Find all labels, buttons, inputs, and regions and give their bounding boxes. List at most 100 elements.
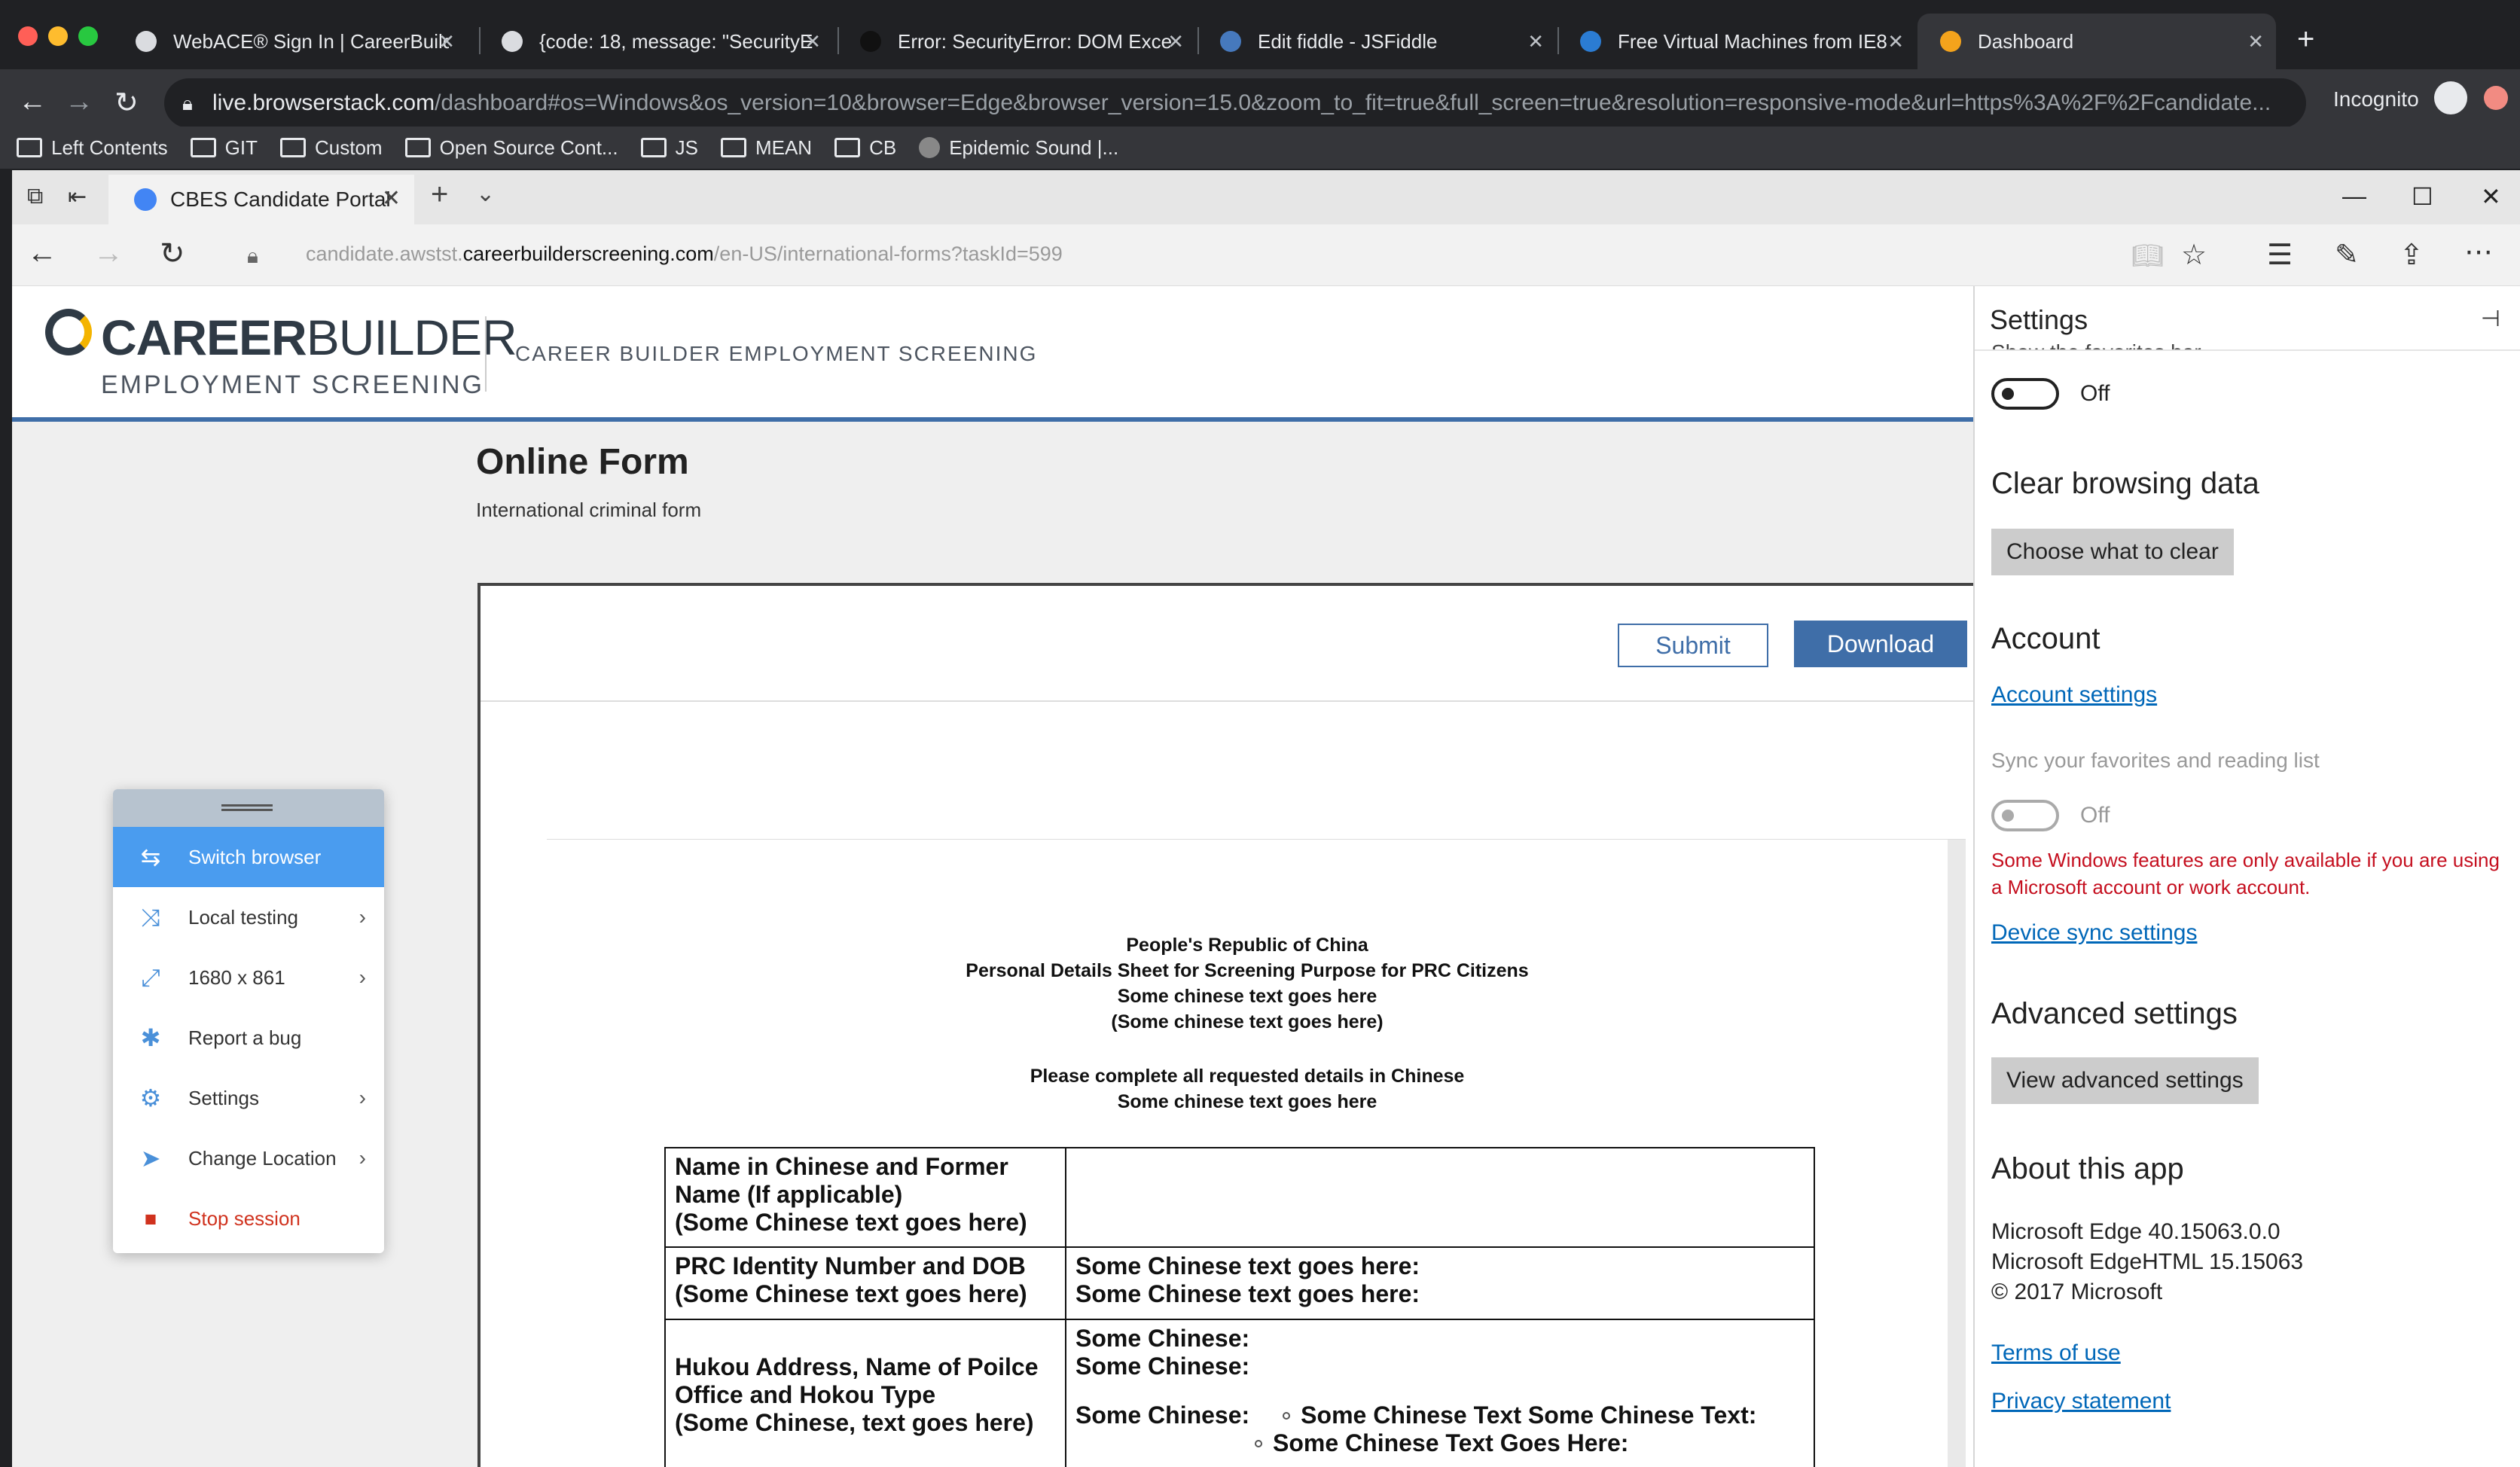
edge-browser-window: ⧉ ⇤ CBES Candidate Portal ✕ + ⌄ — ☐ ✕ ← … [12, 170, 2520, 1467]
table-cell-value[interactable] [1065, 1147, 1815, 1248]
device-sync-settings-link[interactable]: Device sync settings [1991, 920, 2197, 946]
refresh-icon[interactable]: ↻ [160, 236, 185, 271]
edge-address-bar[interactable]: candidate.awstst.careerbuilderscreening.… [306, 242, 1063, 266]
bookmark-folder[interactable]: Left Contents [17, 136, 168, 160]
zoom-window-dot[interactable] [78, 26, 98, 46]
logo-wordmark[interactable]: CAREERBUILDER [101, 309, 517, 366]
close-tab-icon[interactable]: ✕ [382, 185, 401, 212]
incognito-icon[interactable] [2434, 81, 2467, 114]
favorite-star-icon[interactable]: ☆ [2181, 238, 2207, 272]
tab-label: Dashboard [1978, 29, 2074, 53]
privacy-statement-link[interactable]: Privacy statement [1991, 1389, 2171, 1414]
hub-icon[interactable]: ☰ [2267, 238, 2293, 272]
close-tab-icon[interactable]: ✕ [2247, 30, 2264, 53]
tab-preview-icon[interactable]: ⧉ [27, 184, 43, 209]
document-viewer[interactable]: People's Republic of China Personal Deta… [547, 839, 1966, 1467]
submit-button[interactable]: Submit [1618, 624, 1768, 667]
maximize-icon[interactable]: ☐ [2412, 182, 2433, 211]
document-scrollbar[interactable] [1948, 840, 1966, 1467]
choose-what-to-clear-button[interactable]: Choose what to clear [1991, 529, 2234, 575]
forward-arrow-icon[interactable]: → [93, 236, 124, 270]
drag-handle[interactable] [113, 789, 384, 827]
table-row: Name in Chinese and Former Name (If appl… [664, 1147, 1815, 1248]
new-tab-icon[interactable]: + [431, 178, 448, 212]
bookmark-link[interactable]: Epidemic Sound |... [919, 136, 1118, 160]
sync-toggle[interactable] [1991, 800, 2059, 831]
sync-warning: Some Windows features are only available… [1991, 849, 2500, 898]
table-cell-value[interactable]: Some Chinese text goes here: Some Chines… [1065, 1246, 1815, 1320]
address-bar[interactable]: 🔒︎ live.browserstack.com/dashboard#os=Wi… [164, 78, 2306, 128]
view-advanced-settings-button[interactable]: View advanced settings [1991, 1057, 2259, 1104]
bookmark-folder[interactable]: MEAN [720, 136, 812, 160]
share-icon[interactable]: ⇪ [2399, 238, 2424, 272]
download-button[interactable]: Download [1794, 621, 1967, 667]
chrome-tab-webace[interactable]: WebACE® Sign In | CareerBuild ✕ [113, 14, 467, 69]
tab-label: Free Virtual Machines from IE8 [1618, 29, 1887, 53]
bookmark-folder[interactable]: Open Source Cont... [404, 136, 618, 160]
chrome-tab-dashboard[interactable]: Dashboard ✕ [1917, 14, 2276, 69]
settings-item[interactable]: ⚙ Settings › [113, 1068, 384, 1128]
chrome-tab-dom-exception[interactable]: Error: SecurityError: DOM Exce ✕ [837, 14, 1196, 69]
bookmark-folder[interactable]: CB [834, 136, 896, 160]
resolution-item[interactable]: ⤢ 1680 x 861 › [113, 947, 384, 1008]
lock-icon: 🔒︎ [247, 244, 258, 267]
profile-label[interactable]: Incognito [2333, 87, 2419, 111]
close-tab-icon[interactable]: ✕ [1167, 30, 1184, 53]
terms-of-use-link[interactable]: Terms of use [1991, 1340, 2121, 1366]
back-arrow-icon[interactable]: ← [18, 86, 47, 118]
close-icon[interactable]: ✕ [2481, 182, 2501, 211]
extension-icon[interactable] [2484, 86, 2508, 110]
table-cell-value[interactable]: Some Chinese: Some Chinese: Some Chinese… [1065, 1319, 1815, 1467]
close-tab-icon[interactable]: ✕ [804, 30, 821, 53]
close-window-dot[interactable] [18, 26, 38, 46]
new-tab-button[interactable]: + [2297, 23, 2314, 56]
web-note-icon[interactable]: ✎ [2335, 238, 2359, 272]
bookmark-folder[interactable]: JS [640, 136, 698, 160]
chrome-tab-jsfiddle[interactable]: Edit fiddle - JSFiddle ✕ [1197, 14, 1556, 69]
personal-details-table: Name in Chinese and Former Name (If appl… [664, 1147, 1815, 1467]
chrome-tab-free-vms[interactable]: Free Virtual Machines from IE8 ✕ [1557, 14, 1916, 69]
edge-tab-cbes[interactable]: CBES Candidate Portal ✕ [108, 175, 414, 224]
tab-label: WebACE® Sign In | CareerBuild [173, 29, 449, 53]
forward-arrow-icon[interactable]: → [65, 86, 93, 118]
reading-view-icon[interactable]: 📖︎ [2131, 241, 2164, 271]
stop-session-item[interactable]: ⏹ Stop session [113, 1188, 384, 1249]
tab-label: Edit fiddle - JSFiddle [1258, 29, 1438, 53]
folder-icon [640, 138, 667, 157]
minimize-window-dot[interactable] [48, 26, 68, 46]
change-location-item[interactable]: ➤ Change Location › [113, 1128, 384, 1188]
browserstack-favicon-icon [1940, 31, 1961, 52]
reload-icon[interactable]: ↻ [114, 86, 139, 120]
report-bug-item[interactable]: ✱ Report a bug [113, 1008, 384, 1068]
location-arrow-icon: ➤ [140, 1145, 161, 1172]
folder-icon [280, 138, 306, 157]
close-tab-icon[interactable]: ✕ [1527, 30, 1544, 53]
google-favicon-icon [502, 31, 523, 52]
close-tab-icon[interactable]: ✕ [1887, 30, 1904, 53]
table-row: Hukou Address, Name of Poilce Office and… [664, 1319, 1815, 1467]
edge-favicon-icon [1580, 31, 1601, 52]
doc-heading-line: Personal Details Sheet for Screening Pur… [966, 960, 1529, 981]
folder-icon [404, 138, 431, 157]
switch-browser-item[interactable]: ⇆ Switch browser [113, 827, 384, 887]
pin-icon[interactable]: ⊣ [2481, 306, 2500, 332]
chevron-down-icon[interactable]: ⌄ [476, 181, 495, 207]
more-icon[interactable]: ⋯ [2464, 235, 2493, 269]
settings-title: Settings [1990, 304, 2088, 335]
set-aside-tabs-icon[interactable]: ⇤ [68, 184, 87, 210]
close-tab-icon[interactable]: ✕ [438, 30, 455, 53]
toggle-state-label: Off [2080, 803, 2110, 828]
table-cell-label: PRC Identity Number and DOB (Some Chines… [664, 1246, 1066, 1320]
chevron-right-icon: › [358, 1146, 366, 1170]
local-testing-item[interactable]: ⤨ Local testing › [113, 887, 384, 947]
chrome-tab-security-error[interactable]: {code: 18, message: "SecurityE ✕ [479, 14, 833, 69]
favorites-bar-toggle[interactable] [1991, 378, 2059, 410]
doc-heading-line: People's Republic of China [1126, 935, 1368, 956]
back-arrow-icon[interactable]: ← [27, 236, 57, 270]
account-settings-link[interactable]: Account settings [1991, 682, 2157, 708]
bookmark-folder[interactable]: Custom [280, 136, 383, 160]
bookmark-folder[interactable]: GIT [190, 136, 258, 160]
about-version-line: Microsoft EdgeHTML 15.15063 [1991, 1249, 2304, 1274]
minimize-icon[interactable]: — [2342, 182, 2366, 210]
header-title: CAREER BUILDER EMPLOYMENT SCREENING [515, 342, 1038, 365]
